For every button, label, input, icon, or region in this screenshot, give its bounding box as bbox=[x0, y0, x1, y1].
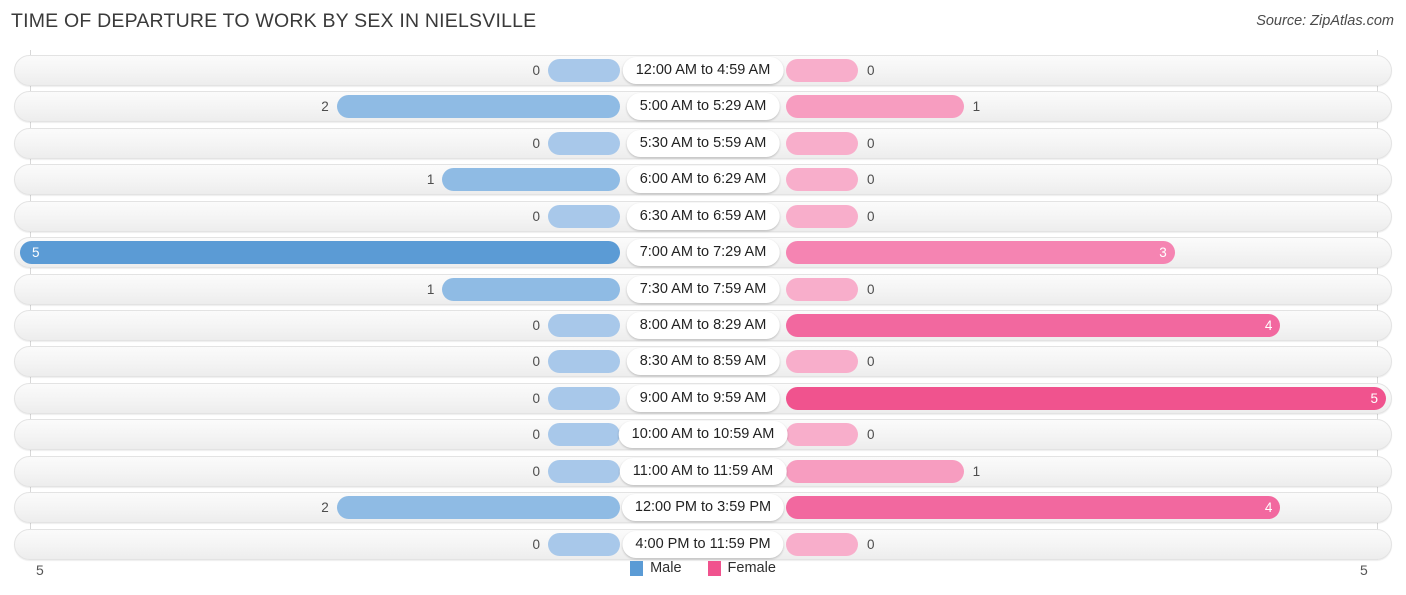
chart-row: 5 3 7:00 AM to 7:29 AM bbox=[14, 237, 1392, 269]
bar-value-male: 5 bbox=[32, 245, 40, 261]
source-attribution: Source: ZipAtlas.com bbox=[1256, 13, 1394, 29]
category-label: 12:00 PM to 3:59 PM bbox=[621, 494, 785, 522]
bar-female[interactable] bbox=[786, 168, 858, 192]
bar-male[interactable] bbox=[548, 314, 620, 337]
bar-value-female: 1 bbox=[972, 463, 981, 479]
bar-value-male: 0 bbox=[532, 427, 540, 443]
bar-male[interactable] bbox=[442, 277, 620, 301]
bar-female[interactable] bbox=[786, 496, 1281, 520]
legend-label-male: Male bbox=[650, 560, 682, 576]
category-label: 11:00 AM to 11:59 AM bbox=[619, 457, 787, 485]
chart-row: 0 1 11:00 AM to 11:59 AM bbox=[14, 455, 1392, 487]
bar-value-female: 0 bbox=[867, 63, 875, 78]
bar-female[interactable] bbox=[786, 241, 1175, 265]
chart-header: TIME OF DEPARTURE TO WORK BY SEX IN NIEL… bbox=[0, 0, 1406, 44]
bar-male[interactable] bbox=[548, 532, 620, 556]
category-label: 5:30 AM to 5:59 AM bbox=[626, 129, 780, 157]
bar-female[interactable] bbox=[786, 204, 858, 228]
chart-row: 2 1 5:00 AM to 5:29 AM bbox=[14, 91, 1392, 123]
bar-value-male: 0 bbox=[532, 208, 540, 224]
bar-female[interactable] bbox=[786, 350, 858, 374]
bar-value-female: 4 bbox=[1264, 318, 1273, 333]
chart-row: 0 0 5:30 AM to 5:59 AM bbox=[14, 127, 1392, 159]
bar-female[interactable] bbox=[786, 277, 858, 301]
bar-value-female: 0 bbox=[867, 172, 875, 188]
legend-swatch-female-icon bbox=[707, 560, 721, 576]
chart-row: 1 0 6:00 AM to 6:29 AM bbox=[14, 164, 1392, 196]
category-label: 6:30 AM to 6:59 AM bbox=[626, 202, 780, 230]
bar-value-male: 0 bbox=[532, 536, 540, 552]
legend-label-female: Female bbox=[727, 560, 776, 576]
category-label: 8:00 AM to 8:29 AM bbox=[626, 312, 780, 339]
chart-row: 1 0 7:30 AM to 7:59 AM bbox=[14, 273, 1392, 305]
chart-row: 0 0 6:30 AM to 6:59 AM bbox=[14, 200, 1392, 232]
bar-female[interactable] bbox=[786, 131, 858, 155]
bar-value-female: 1 bbox=[972, 99, 981, 115]
category-label: 8:30 AM to 8:59 AM bbox=[626, 348, 780, 376]
bar-male[interactable] bbox=[548, 459, 620, 483]
chart-legend: Male Female bbox=[0, 560, 1406, 576]
bar-value-male: 0 bbox=[532, 135, 540, 151]
bar-value-female: 5 bbox=[1370, 390, 1378, 406]
bar-value-female: 0 bbox=[867, 536, 875, 552]
chart-row: 0 0 8:30 AM to 8:59 AM bbox=[14, 346, 1392, 378]
bar-female[interactable] bbox=[786, 95, 964, 119]
chart-plot-area: 0 0 12:00 AM to 4:59 AM 2 1 5:00 AM to 5:29 A… bbox=[0, 50, 1406, 560]
chart-row: 0 5 9:00 AM to 9:59 AM bbox=[14, 382, 1392, 414]
bar-female[interactable] bbox=[786, 423, 858, 447]
bar-male[interactable] bbox=[336, 95, 620, 119]
bar-value-male: 1 bbox=[426, 172, 435, 188]
bar-male[interactable] bbox=[548, 386, 620, 410]
legend-item-male[interactable]: Male bbox=[630, 560, 682, 576]
bar-male[interactable] bbox=[548, 131, 620, 155]
bar-male[interactable] bbox=[336, 496, 620, 520]
bar-value-female: 0 bbox=[867, 208, 875, 224]
legend-item-female[interactable]: Female bbox=[707, 560, 776, 576]
bar-male[interactable] bbox=[20, 241, 620, 265]
chart-row: 0 4 8:00 AM to 8:29 AM bbox=[14, 310, 1392, 341]
bar-female[interactable] bbox=[786, 459, 964, 483]
chart-row: 0 0 12:00 AM to 4:59 AM bbox=[14, 55, 1392, 86]
bar-value-female: 0 bbox=[867, 427, 875, 443]
bar-value-male: 0 bbox=[532, 354, 540, 370]
bar-male[interactable] bbox=[442, 168, 620, 192]
bar-value-male: 0 bbox=[532, 390, 540, 406]
category-label: 12:00 AM to 4:59 AM bbox=[622, 57, 784, 84]
bar-female[interactable] bbox=[786, 314, 1281, 337]
category-label: 6:00 AM to 6:29 AM bbox=[626, 166, 780, 194]
bar-value-female: 0 bbox=[867, 135, 875, 151]
bar-value-female: 0 bbox=[867, 281, 875, 297]
category-label: 7:30 AM to 7:59 AM bbox=[626, 275, 780, 303]
bar-value-male: 1 bbox=[426, 281, 435, 297]
bar-male[interactable] bbox=[548, 59, 620, 82]
category-label: 9:00 AM to 9:59 AM bbox=[626, 384, 780, 412]
category-label: 4:00 PM to 11:59 PM bbox=[622, 530, 784, 558]
bar-male[interactable] bbox=[548, 204, 620, 228]
chart-row: 2 4 12:00 PM to 3:59 PM bbox=[14, 492, 1392, 524]
chart-row: 0 0 10:00 AM to 10:59 AM bbox=[14, 419, 1392, 451]
bar-female[interactable] bbox=[786, 59, 858, 82]
bar-value-male: 0 bbox=[532, 463, 540, 479]
bar-value-female: 4 bbox=[1264, 500, 1273, 516]
chart-row: 0 0 4:00 PM to 11:59 PM bbox=[14, 528, 1392, 560]
bar-value-female: 3 bbox=[1159, 245, 1167, 261]
bar-value-male: 2 bbox=[321, 99, 329, 115]
bar-value-male: 2 bbox=[321, 500, 329, 516]
bar-female[interactable] bbox=[786, 532, 858, 556]
category-label: 7:00 AM to 7:29 AM bbox=[626, 239, 780, 267]
bar-value-female: 0 bbox=[867, 354, 875, 370]
bar-value-male: 0 bbox=[532, 318, 540, 333]
category-label: 10:00 AM to 10:59 AM bbox=[618, 421, 788, 449]
legend-swatch-male-icon bbox=[630, 560, 644, 576]
bar-value-male: 0 bbox=[532, 63, 540, 78]
bar-male[interactable] bbox=[548, 350, 620, 374]
bar-female[interactable] bbox=[786, 386, 1386, 410]
page-title: TIME OF DEPARTURE TO WORK BY SEX IN NIEL… bbox=[11, 10, 537, 32]
category-label: 5:00 AM to 5:29 AM bbox=[626, 93, 780, 121]
bar-male[interactable] bbox=[548, 423, 620, 447]
